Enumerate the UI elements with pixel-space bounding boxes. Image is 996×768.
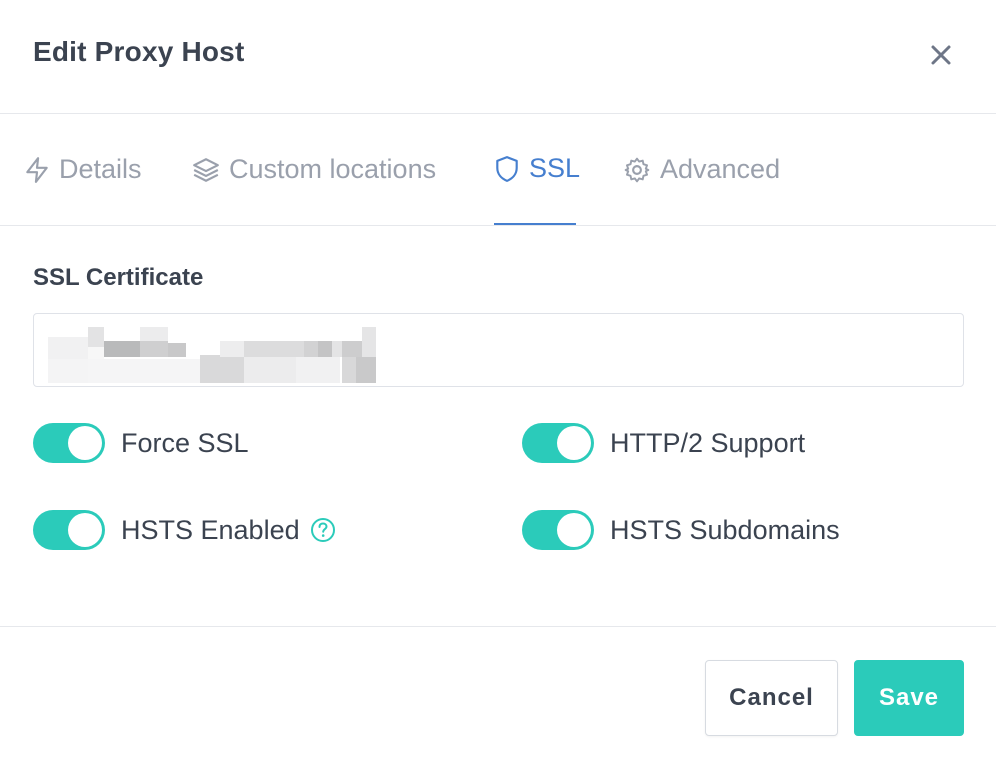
close-button[interactable] — [924, 38, 958, 72]
bolt-icon — [24, 156, 50, 184]
toggle-knob — [557, 426, 591, 460]
modal-footer: Cancel Save — [0, 626, 996, 768]
tab-label: Details — [59, 154, 142, 184]
http2-support-label: HTTP/2 Support — [610, 427, 806, 458]
modal-title: Edit Proxy Host — [33, 36, 245, 67]
tab-label: Custom locations — [229, 154, 437, 184]
ssl-certificate-select[interactable] — [33, 313, 964, 387]
tab-label: SSL — [529, 153, 581, 183]
tab-details[interactable]: Details — [24, 114, 142, 225]
force-ssl-label: Force SSL — [121, 427, 249, 458]
tab-ssl[interactable]: SSL — [494, 114, 580, 225]
hsts-enabled-label: HSTS Enabled — [121, 514, 300, 545]
hsts-subdomains-label: HSTS Subdomains — [610, 514, 840, 545]
ssl-certificate-label: SSL Certificate — [33, 264, 204, 291]
tab-label: Advanced — [660, 154, 781, 184]
hsts-subdomains-row: HSTS Subdomains — [522, 508, 840, 552]
http2-support-row: HTTP/2 Support — [522, 421, 805, 465]
layers-icon — [192, 156, 220, 184]
toggle-knob — [557, 513, 591, 547]
tab-advanced[interactable]: Advanced — [623, 114, 780, 225]
edit-proxy-host-modal: Edit Proxy Host Details Custom locations… — [0, 0, 996, 768]
hsts-subdomains-toggle[interactable] — [522, 510, 594, 550]
hsts-enabled-row: HSTS Enabled — [33, 508, 336, 552]
toggle-knob — [68, 513, 102, 547]
close-icon — [931, 45, 951, 65]
tab-bar: Details Custom locations SSL Advanced — [0, 114, 996, 226]
toggle-knob — [68, 426, 102, 460]
http2-support-toggle[interactable] — [522, 423, 594, 463]
gear-icon — [623, 156, 651, 184]
force-ssl-toggle[interactable] — [33, 423, 105, 463]
obscured-certificate-value — [48, 327, 376, 383]
cancel-button[interactable]: Cancel — [705, 660, 838, 736]
force-ssl-row: Force SSL — [33, 421, 249, 465]
tab-custom-locations[interactable]: Custom locations — [192, 114, 436, 225]
question-circle-icon[interactable] — [310, 517, 336, 543]
hsts-enabled-toggle[interactable] — [33, 510, 105, 550]
shield-icon — [494, 155, 520, 183]
modal-header: Edit Proxy Host — [0, 0, 996, 114]
save-button[interactable]: Save — [854, 660, 964, 736]
